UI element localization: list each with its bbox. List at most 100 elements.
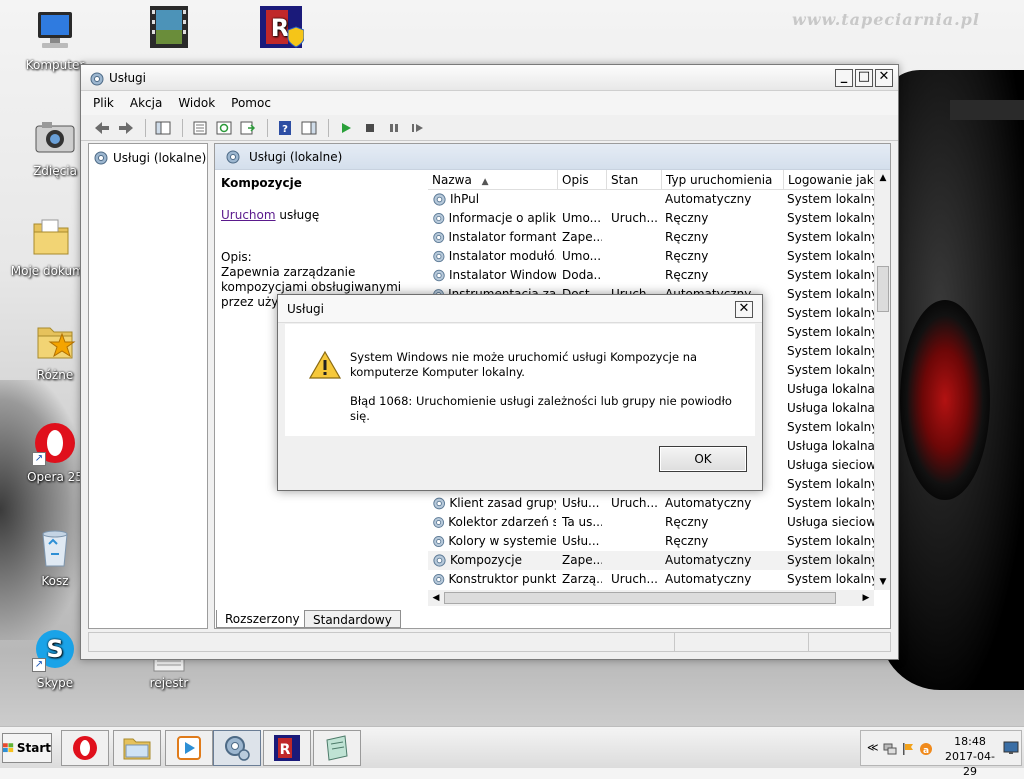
taskbar-explorer[interactable]	[113, 730, 161, 766]
ok-button[interactable]: OK	[659, 446, 747, 472]
taskbar-clock[interactable]: 18:48 2017-04-29	[939, 734, 1001, 779]
service-name: Instalator Windows	[449, 268, 556, 282]
cell-status	[611, 228, 663, 247]
column-header-status[interactable]: Stan	[607, 170, 662, 190]
start-service-link[interactable]: Uruchom	[221, 208, 276, 222]
desktop-icon-registry[interactable]: rejestr	[124, 656, 214, 690]
vertical-scrollbar[interactable]: ▲ ▼	[874, 170, 890, 590]
properties-button[interactable]	[189, 118, 211, 138]
dialog-body: System Windows nie może uruchomić usługi…	[285, 324, 755, 436]
desktop-icon-computer[interactable]: Komputer	[10, 8, 100, 72]
tab-extended[interactable]: Rozszerzony	[216, 610, 309, 628]
column-header-startup-type[interactable]: Typ uruchomienia	[662, 170, 784, 190]
scroll-right-arrow-icon[interactable]: ▶	[858, 590, 874, 606]
svg-text:R: R	[271, 14, 289, 42]
table-row[interactable]: Kolory w systemie... Usłu... Ręczny System …	[428, 532, 875, 551]
forward-button[interactable]	[115, 118, 137, 138]
table-row[interactable]: Instalator modułó... Umo... Ręczny System l…	[428, 247, 875, 266]
show-desktop-button[interactable]	[1003, 740, 1019, 756]
menu-view[interactable]: Widok	[178, 96, 215, 110]
camera-icon	[32, 114, 78, 160]
back-button[interactable]	[91, 118, 113, 138]
table-row[interactable]: Instalator formant... Zape... Ręczny System…	[428, 228, 875, 247]
taskbar-services[interactable]	[213, 730, 261, 766]
desktop-icon-app[interactable]: R	[236, 4, 326, 54]
cell-log-on-as: System lokalny	[787, 363, 875, 377]
app-shield-icon: R	[274, 735, 300, 761]
desktop-icon-video[interactable]	[124, 4, 214, 54]
flag-icon[interactable]	[901, 742, 915, 756]
error-dialog: Usługi ✕ System Windows nie może uruchom…	[277, 294, 763, 491]
table-row[interactable]: Klient zasad grupy Usłu... Uruch... Automat…	[428, 494, 875, 513]
restart-service-button[interactable]	[407, 118, 429, 138]
scroll-down-arrow-icon[interactable]: ▼	[875, 574, 890, 590]
avast-icon[interactable]: a	[919, 742, 933, 756]
recycle-bin-icon	[32, 524, 78, 570]
cell-status	[611, 247, 663, 266]
maximize-button[interactable]: □	[855, 69, 873, 87]
show-hidden-icons-button[interactable]: ≪	[867, 741, 879, 754]
horizontal-scrollbar[interactable]: ◀ ▶	[428, 590, 874, 606]
cell-description	[562, 190, 602, 209]
table-row[interactable]: Konstruktor punkt... Zarzą... Uruch... Auto…	[428, 570, 875, 589]
cell-log-on-as: Usługa sieciowa	[787, 515, 875, 529]
stop-service-button[interactable]	[359, 118, 381, 138]
svg-text:R: R	[280, 742, 291, 758]
cell-startup-type: Ręczny	[665, 211, 709, 225]
opera-icon	[73, 736, 97, 760]
menu-file[interactable]: Plik	[93, 96, 114, 110]
service-name: Kolektor zdarzeń s...	[448, 515, 556, 529]
taskbar-app[interactable]: R	[263, 730, 311, 766]
vertical-scroll-thumb[interactable]	[877, 266, 889, 312]
service-name: Informacje o aplik...	[448, 211, 556, 225]
export-button[interactable]	[237, 118, 259, 138]
dialog-titlebar[interactable]: Usługi ✕	[278, 295, 762, 323]
column-header-log-on-as[interactable]: Logowanie jako	[784, 170, 874, 190]
taskbar-opera[interactable]	[61, 730, 109, 766]
service-name: Klient zasad grupy	[449, 496, 556, 510]
table-row[interactable]: IhPul Automatyczny System lokalny	[428, 190, 875, 209]
gear-icon	[433, 536, 445, 547]
show-action-pane-button[interactable]	[298, 118, 320, 138]
scroll-left-arrow-icon[interactable]: ◀	[428, 590, 444, 606]
taskbar-notepad[interactable]	[313, 730, 361, 766]
cell-log-on-as: System lokalny	[787, 344, 875, 358]
start-button[interactable]: Start	[2, 733, 52, 763]
gear-icon	[433, 497, 445, 510]
minimize-button[interactable]: _	[835, 69, 853, 87]
table-row[interactable]: Informacje o aplik... Umo... Uruch... Ręczn…	[428, 209, 875, 228]
menu-help[interactable]: Pomoc	[231, 96, 271, 110]
service-name: IhPul	[450, 192, 480, 206]
cell-name: Instalator Windows	[432, 266, 556, 285]
dialog-title: Usługi	[287, 302, 325, 316]
cell-description: Umo...	[562, 211, 602, 225]
window-titlebar[interactable]: Usługi _ □ ✕	[81, 65, 898, 91]
console-tree-icon	[155, 121, 171, 134]
table-row[interactable]: Instalator Windows Doda... Ręczny System lo…	[428, 266, 875, 285]
service-name: Instalator formant...	[448, 230, 556, 244]
table-row[interactable]: Kompozycje Zape... Automatyczny System loka…	[428, 551, 875, 570]
cell-description: Zarzą...	[562, 572, 602, 586]
column-header-name[interactable]: Nazwa ▲	[428, 170, 558, 190]
close-button[interactable]: ✕	[875, 69, 893, 87]
taskbar-media-player[interactable]	[165, 730, 213, 766]
pause-service-button[interactable]	[383, 118, 405, 138]
refresh-button[interactable]	[213, 118, 235, 138]
scroll-up-arrow-icon[interactable]: ▲	[875, 170, 890, 186]
dialog-message-line2: Błąd 1068: Uruchomienie usługi zależnośc…	[350, 394, 732, 423]
column-header-description[interactable]: Opis	[558, 170, 607, 190]
help-button[interactable]: ?	[274, 118, 296, 138]
dialog-close-button[interactable]: ✕	[735, 301, 753, 318]
menu-action[interactable]: Akcja	[130, 96, 162, 110]
horizontal-scroll-thumb[interactable]	[444, 592, 836, 604]
skype-icon: S ↗	[32, 626, 78, 672]
show-tree-button[interactable]	[152, 118, 174, 138]
network-icon[interactable]	[883, 742, 897, 756]
start-service-button[interactable]	[335, 118, 357, 138]
cell-startup-type: Automatyczny	[665, 192, 752, 206]
wallpaper-wheel	[900, 300, 990, 500]
tab-standard[interactable]: Standardowy	[304, 610, 401, 628]
system-tray: ≪ a 18:48 2017-04-29	[860, 730, 1022, 778]
table-row[interactable]: Kolektor zdarzeń s... Ta us... Ręczny Usług…	[428, 513, 875, 532]
tree-item-services-local[interactable]: Usługi (lokalne)	[93, 150, 206, 166]
